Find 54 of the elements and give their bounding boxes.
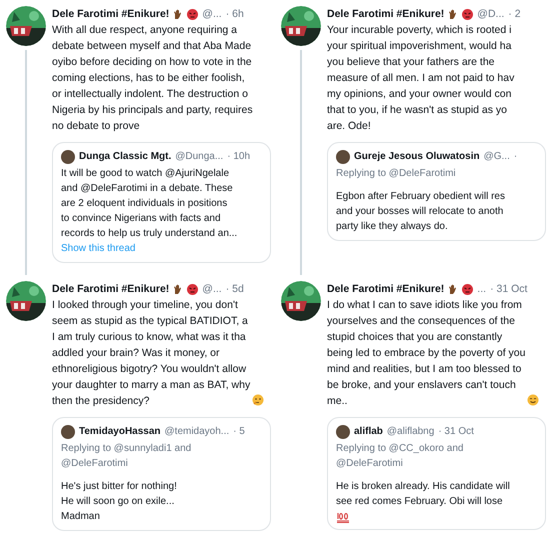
tweet-time: · 31 Oct <box>490 282 528 297</box>
quoted-tweet-card[interactable]: aliflab @aliflabng · 31 Oct Replying to @CC_okoro and @DeleFarotimi He is broken already. His candidate will see red comes February. Obi will lose <box>327 417 546 530</box>
raised-hand-icon <box>173 8 184 20</box>
angry-face-icon <box>187 284 198 294</box>
tweet-text: I do what I can to save idiots like you from yourselves and the consequences of the stupid choices that you are constantly being led to embrace by the poverty of you mind and realities, but I am too blessed to be broke, and your enslavers can't touch me.. <box>327 298 526 409</box>
thinking-face-icon <box>252 394 264 406</box>
author-name[interactable]: Dele Farotimi #Enikure! <box>327 281 444 297</box>
quoted-tweet-card[interactable]: Gureje Jesous Oluwatosin @G... · Replying to @DeleFarotimi Egbon after February obedient will res and your bosses will relocate to anoth party like they always do. <box>327 142 546 241</box>
author-name[interactable]: aliflab <box>354 424 383 439</box>
angry-face-icon <box>462 284 474 294</box>
angry-face-icon <box>187 8 198 20</box>
author-name[interactable]: TemidayoHassan <box>79 424 161 439</box>
tweet-time: · 10h <box>227 150 250 164</box>
hundred-points-icon <box>336 511 350 523</box>
raised-hand-icon <box>448 8 458 20</box>
avatar-icon <box>336 424 350 438</box>
tweet-time: · 5 <box>233 425 245 439</box>
quoted-tweet-text: He is broken already. His candidate will see red comes February. Obi will lose <box>336 480 511 509</box>
author-name[interactable]: Dele Farotimi #Enikure! <box>327 6 444 22</box>
quoted-tweet-card[interactable] <box>52 142 271 263</box>
replying-to-text: Replying to @DeleFarotimi <box>336 167 457 181</box>
avatar-icon <box>61 150 75 164</box>
author-name[interactable]: Dunga Classic Mgt. <box>79 149 172 164</box>
avatar-icon <box>336 150 350 164</box>
author-handle: ... <box>477 282 486 297</box>
author-name[interactable]: Dele Farotimi #Enikure! <box>52 281 170 297</box>
quoted-tweet-text: It will be good to watch @AjuriNgelale and @DeleFarotimi in a debate. These are 2 eloquent individuals in positions to convince Nigerians with facts and records to help us truly understand an... <box>61 167 238 241</box>
angry-face-icon <box>462 8 474 20</box>
author-handle: @aliflabng <box>386 425 434 439</box>
tweet-text: With all due respect, anyone requiring a debate between myself and that Aba Made oyibo before deciding on how to vote in the coming elections, has to be either foolish, or intellectually indolent. The destruction o Nigeria by his principals and party, requires no debate to prove <box>52 23 253 134</box>
quoted-tweet-card[interactable]: TemidayoHassan @temidayoh... · 5 Replying to @sunnyladi1 and @DeleFarotimi He's just bitter for nothing! He will soon go on exile... Madman <box>52 417 271 531</box>
author-handle: @Dunga... <box>175 150 224 164</box>
tweet-time: · 5d <box>226 282 244 297</box>
author-handle: @temidayoh... <box>164 425 230 439</box>
avatar-icon <box>61 424 75 438</box>
author-handle: @G... <box>484 150 510 164</box>
author-handle: @... <box>202 282 222 297</box>
smiling-face-icon <box>527 394 540 406</box>
tweet-text: Your incurable poverty, which is rooted i your spiritual impoverishment, would ha you believe that your fathers are the measure of all men. I am not paid to hav my opinions, and your owner would con that to you, if he wasn't as stupid as yo are. Ode! <box>327 23 514 134</box>
raised-hand-icon <box>173 284 184 294</box>
tweet-time: · <box>514 150 518 164</box>
raised-hand-icon <box>448 284 458 294</box>
tweet-time: · 6h <box>226 7 244 22</box>
tweet-time: · 2 <box>508 7 521 22</box>
tweet-text: I looked through your timeline, you don't seem as stupid as the typical BATIDIOT, a I am truly curious to know, what was it tha addled your brain? Was it money, or ethnoreligious bigotry? You wouldn't allow your daughter to marry a man as BAT, why then the presidency? <box>52 298 250 409</box>
replying-to-text: Replying to @CC_okoro and @DeleFarotimi <box>336 442 464 471</box>
tweet-time: · 31 Oct <box>438 425 474 439</box>
replying-to-text: Replying to @sunnyladi1 and @DeleFarotimi <box>61 442 192 471</box>
author-handle: @D... <box>477 7 504 22</box>
quoted-tweet-text: He's just bitter for nothing! He will soon go on exile... Madman <box>61 480 178 524</box>
author-handle: @... <box>202 7 222 22</box>
author-name[interactable]: Gureje Jesous Oluwatosin <box>354 149 480 164</box>
quoted-tweet-text: Egbon after February obedient will res and your bosses will relocate to anoth party like they always do. <box>336 190 506 234</box>
author-name[interactable]: Dele Farotimi #Enikure! <box>52 6 170 22</box>
